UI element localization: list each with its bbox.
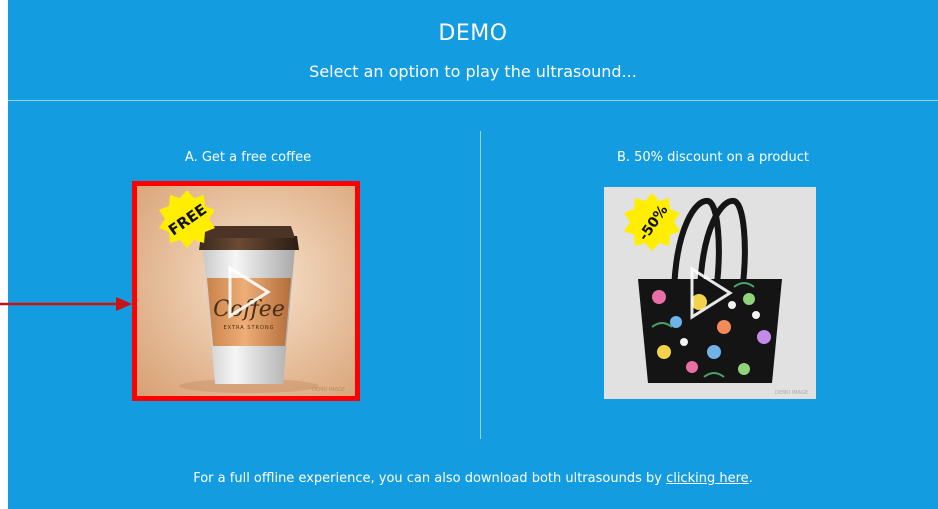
page-title: DEMO xyxy=(438,21,508,46)
cup-sub-text: EXTRA STRONG xyxy=(223,325,274,331)
cup-brand-text: Coffee xyxy=(213,297,285,322)
option-a-coffee-video[interactable]: Coffee EXTRA STRONG FREE DEMO IMAGE xyxy=(132,181,360,401)
demo-image-watermark: DEMO IMAGE xyxy=(312,387,345,393)
footer-text: For a full offline experience, you can a… xyxy=(193,471,667,486)
demo-image-watermark: DEMO IMAGE xyxy=(775,390,808,396)
header: DEMO Select an option to play the ultras… xyxy=(8,0,938,100)
page-subtitle: Select an option to play the ultrasound.… xyxy=(309,62,637,81)
option-b-discount-video[interactable]: -50% DEMO IMAGE xyxy=(604,187,816,399)
demo-panel: DEMO Select an option to play the ultras… xyxy=(8,0,938,509)
option-a-label: A. Get a free coffee xyxy=(184,150,312,165)
footer-note: For a full offline experience, you can a… xyxy=(8,471,938,486)
coffee-image: Coffee EXTRA STRONG FREE DEMO IMAGE xyxy=(137,186,355,396)
options-divider xyxy=(480,131,481,439)
annotation-arrow-icon xyxy=(0,297,132,311)
option-b-label: B. 50% discount on a product xyxy=(616,150,810,165)
footer-end: . xyxy=(748,471,753,486)
header-divider xyxy=(8,100,938,101)
handbag-image: -50% DEMO IMAGE xyxy=(604,187,816,399)
download-link[interactable]: clicking here xyxy=(666,471,749,486)
